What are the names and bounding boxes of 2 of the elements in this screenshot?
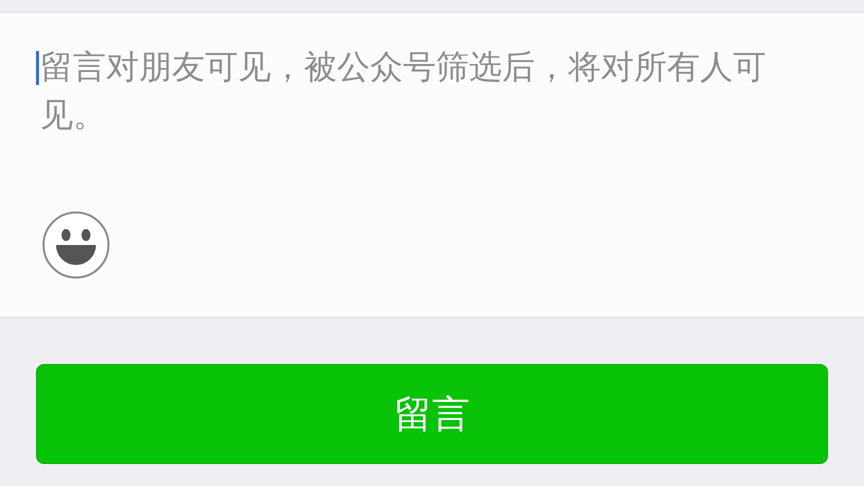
submit-button[interactable]: 留言	[36, 364, 828, 464]
smiley-icon[interactable]	[42, 211, 110, 279]
